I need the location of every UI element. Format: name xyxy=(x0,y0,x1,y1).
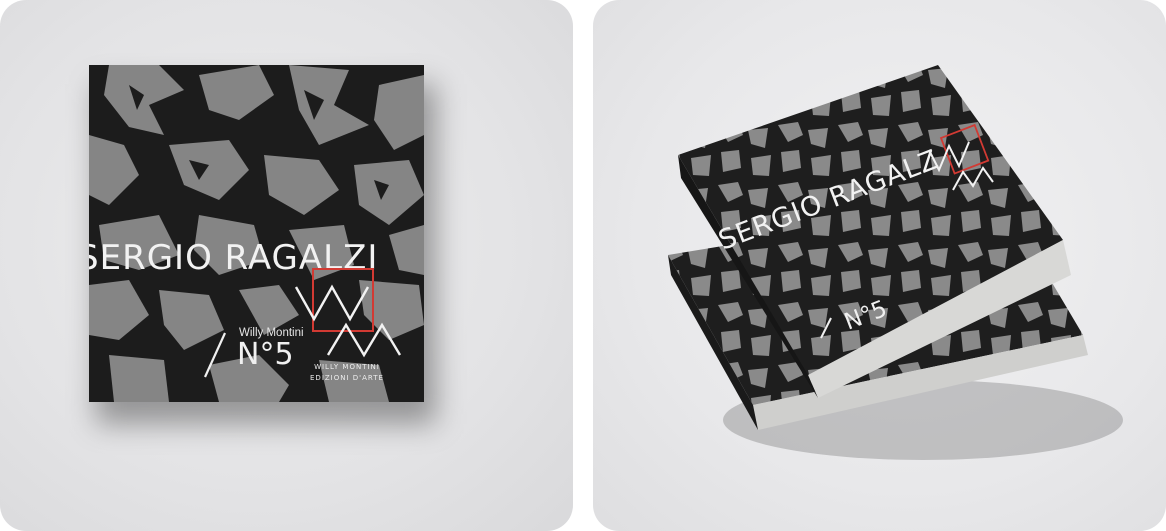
publisher-line-1: WILLY MONTINI xyxy=(314,363,380,371)
publisher-line-2: EDIZIONI D'ARTE xyxy=(310,374,384,382)
wm-logo xyxy=(294,268,402,358)
mockup-panel-flat: SERGIO RAGALZI Willy Montini N°5 WILLY M… xyxy=(0,0,573,531)
slash-mark xyxy=(203,332,227,378)
mockup-panel-stacked: SERGIO RAGALZ N°5 xyxy=(593,0,1166,531)
stacked-books-illustration: SERGIO RAGALZ N°5 xyxy=(668,65,1123,460)
publisher-name: WILLY MONTINI EDIZIONI D'ARTE xyxy=(310,362,384,384)
book-cover-flat: SERGIO RAGALZI Willy Montini N°5 WILLY M… xyxy=(89,65,424,402)
issue-number: N°5 xyxy=(237,337,294,372)
